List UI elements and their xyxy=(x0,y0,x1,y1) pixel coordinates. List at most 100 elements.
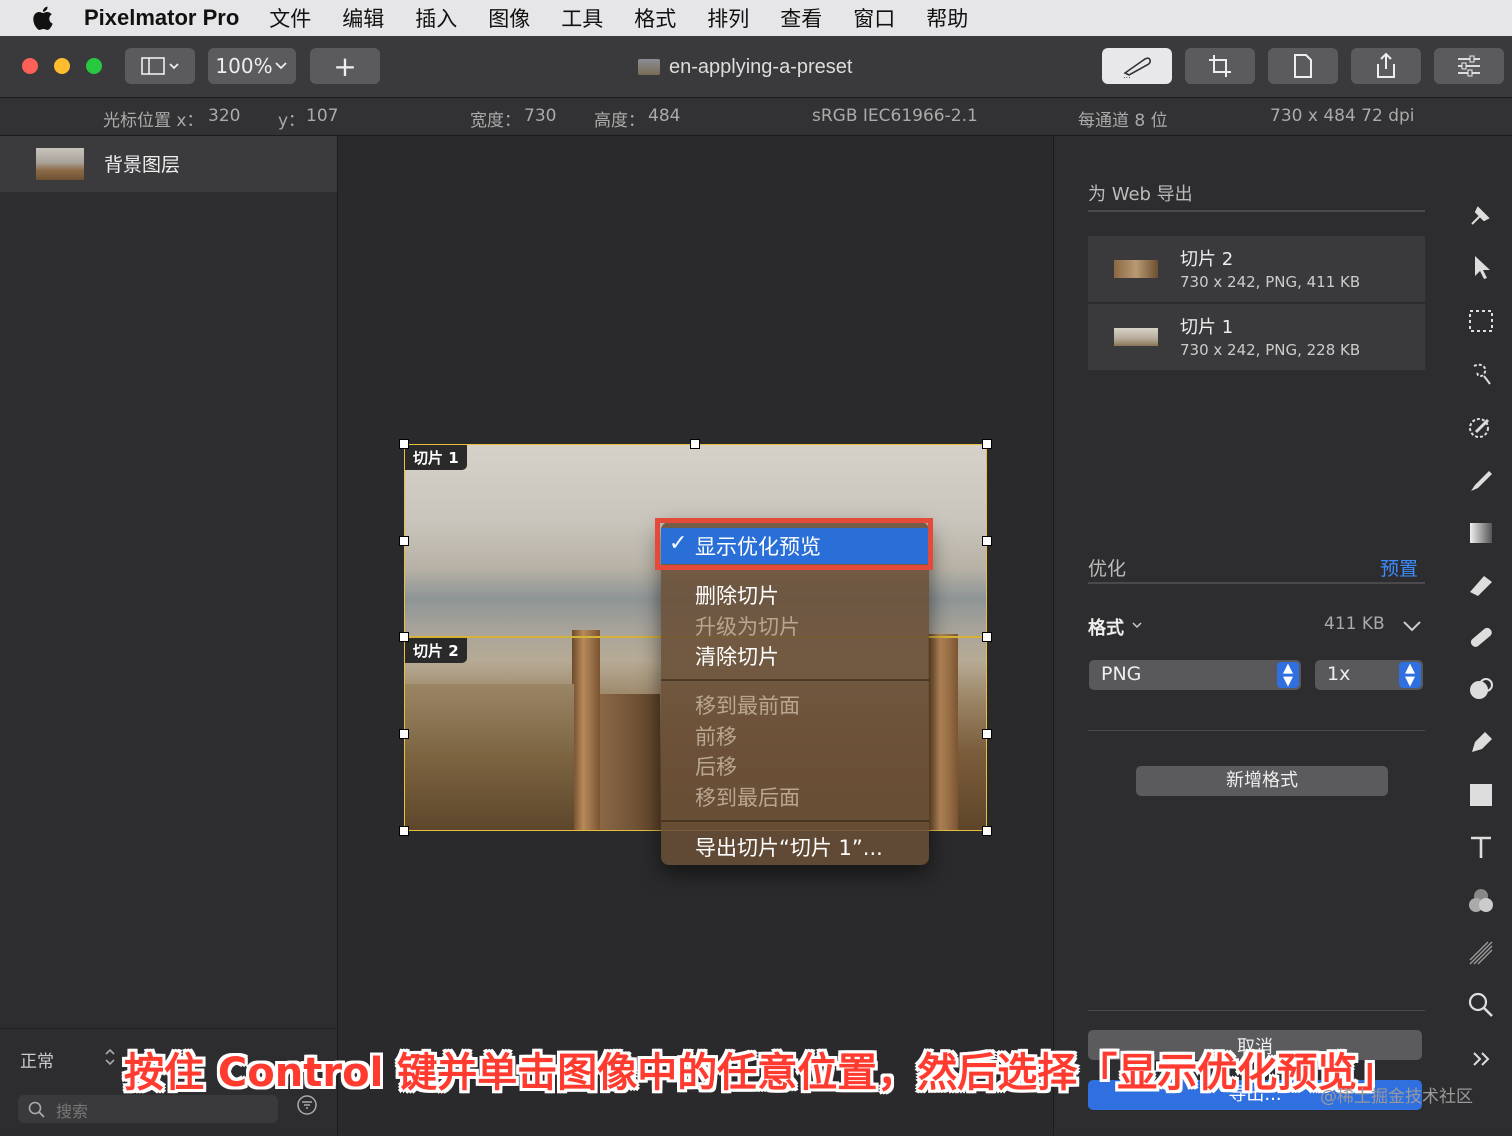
menu-image[interactable]: 图像 xyxy=(488,3,530,33)
style-tool-button[interactable]: ... xyxy=(1102,48,1172,84)
menu-separator xyxy=(661,679,929,681)
menu-tools[interactable]: 工具 xyxy=(561,3,603,33)
color-adjustments-icon[interactable] xyxy=(1466,886,1496,916)
blend-mode-select[interactable]: 正常 xyxy=(20,1047,54,1072)
width-value: 730 xyxy=(524,106,557,126)
chevron-down-icon xyxy=(1132,622,1142,629)
apple-menu-icon[interactable] xyxy=(30,4,58,32)
width-label: 宽度： xyxy=(470,111,521,131)
collapse-chevron-icon[interactable] xyxy=(1400,614,1424,638)
menu-edit[interactable]: 编辑 xyxy=(342,3,384,33)
resize-handle[interactable] xyxy=(399,826,409,836)
adjustments-button[interactable] xyxy=(1434,48,1504,84)
sidebar-toggle-button[interactable] xyxy=(125,48,195,84)
resize-handle[interactable] xyxy=(982,729,992,739)
info-bar: 光标位置 x： 320 y： 107 宽度： 730 高度： 484 sRGB … xyxy=(0,98,1512,136)
app-name-menu[interactable]: Pixelmator Pro xyxy=(84,5,239,31)
slice-1-name: 切片 1 xyxy=(1180,317,1234,338)
slice-2-details: 730 x 242, PNG, 411 KB xyxy=(1180,273,1361,291)
image-dimensions: 730 x 484 72 dpi xyxy=(1270,106,1415,126)
selection-tool-icon[interactable] xyxy=(1466,306,1496,336)
format-select[interactable]: PNG ▲ ▼ xyxy=(1089,660,1301,690)
pen-tool-icon[interactable] xyxy=(1466,728,1496,758)
layers-search-input[interactable]: 搜索 xyxy=(18,1095,278,1123)
menu-separator xyxy=(661,820,929,822)
arrange-pointer-icon[interactable] xyxy=(1466,252,1496,282)
minimize-window-button[interactable] xyxy=(54,58,70,74)
slice-1-thumbnail xyxy=(1114,328,1158,346)
menu-item-send-backward: 后移 xyxy=(695,755,737,779)
resize-handle[interactable] xyxy=(399,536,409,546)
repair-bandage-icon[interactable] xyxy=(1466,622,1496,652)
color-profile: sRGB IEC61966-2.1 xyxy=(812,106,978,126)
scale-select-value: 1x xyxy=(1327,663,1351,685)
add-format-button[interactable]: 新增格式 xyxy=(1136,766,1388,796)
slice-card-1[interactable]: 切片 1 730 x 242, PNG, 228 KB xyxy=(1088,304,1425,370)
resize-handle[interactable] xyxy=(690,439,700,449)
zoom-level-value: 100% xyxy=(215,54,273,78)
resize-handle[interactable] xyxy=(982,439,992,449)
menu-insert[interactable]: 插入 xyxy=(415,3,457,33)
add-button[interactable]: + xyxy=(310,48,380,84)
divider xyxy=(1088,210,1425,212)
more-tools-chevron-icon[interactable] xyxy=(1466,1044,1496,1074)
menu-help[interactable]: 帮助 xyxy=(926,3,968,33)
color-picker-icon[interactable] xyxy=(1466,412,1496,442)
menu-arrange[interactable]: 排列 xyxy=(707,3,749,33)
slice-2-label: 切片 2 xyxy=(405,638,467,663)
document-thumbnail xyxy=(638,59,660,75)
divider xyxy=(1088,730,1425,731)
menu-format[interactable]: 格式 xyxy=(634,3,676,33)
zoom-level-dropdown[interactable]: 100% xyxy=(208,48,296,84)
layer-thumbnail xyxy=(36,148,84,180)
layers-sidebar: 背景图层 正常 搜索 xyxy=(0,136,338,1135)
eraser-icon[interactable] xyxy=(1466,570,1496,600)
slice-2-name: 切片 2 xyxy=(1180,249,1234,270)
cursor-y-value: 107 xyxy=(306,106,339,126)
distort-effect-icon[interactable] xyxy=(1466,938,1496,968)
fill-gradient-icon[interactable] xyxy=(1466,518,1496,548)
menu-item-delete-slice[interactable]: 删除切片 xyxy=(695,580,779,610)
text-tool-icon[interactable] xyxy=(1466,832,1496,862)
magic-select-icon[interactable] xyxy=(1466,358,1496,388)
document-title-text: en-applying-a-preset xyxy=(669,55,853,78)
share-button[interactable] xyxy=(1351,48,1421,84)
bit-depth: 每通道 8 位 xyxy=(1078,111,1168,131)
height-label: 高度： xyxy=(594,111,645,131)
context-menu: ✓ 显示优化预览 删除切片 升级为切片 清除切片 移到最前面 前移 后移 移到最… xyxy=(661,522,929,865)
resize-handle[interactable] xyxy=(982,536,992,546)
layer-row[interactable]: 背景图层 xyxy=(0,136,337,192)
crop-button[interactable] xyxy=(1185,48,1255,84)
resize-handle[interactable] xyxy=(982,826,992,836)
style-tool-icon[interactable] xyxy=(1466,200,1496,230)
resize-handle[interactable] xyxy=(399,632,409,642)
menu-file[interactable]: 文件 xyxy=(269,3,311,33)
retouch-icon[interactable] xyxy=(1466,674,1496,704)
paint-brush-icon[interactable] xyxy=(1466,466,1496,496)
menu-item-bring-to-front: 移到最前面 xyxy=(695,694,800,718)
resize-handle[interactable] xyxy=(399,439,409,449)
highlight-annotation-box xyxy=(655,518,933,570)
menu-item-clear-slices[interactable]: 清除切片 xyxy=(695,641,779,671)
menu-item-send-to-back: 移到最后面 xyxy=(695,786,800,810)
zoom-tool-icon[interactable] xyxy=(1466,990,1496,1020)
updown-chevron-icon xyxy=(105,1048,115,1066)
format-label[interactable]: 格式 xyxy=(1088,614,1124,640)
search-icon xyxy=(28,1101,45,1118)
menu-view[interactable]: 查看 xyxy=(780,3,822,33)
format-select-value: PNG xyxy=(1101,663,1142,685)
slice-card-2[interactable]: 切片 2 730 x 242, PNG, 411 KB xyxy=(1088,236,1425,302)
scale-select[interactable]: 1x ▲ ▼ xyxy=(1315,660,1423,690)
resize-handle[interactable] xyxy=(399,729,409,739)
close-window-button[interactable] xyxy=(22,58,38,74)
menu-window[interactable]: 窗口 xyxy=(853,3,895,33)
window-toolbar: 100% + en-applying-a-preset ... xyxy=(0,36,1512,98)
format-document-button[interactable] xyxy=(1268,48,1338,84)
shape-tool-icon[interactable] xyxy=(1466,780,1496,810)
menu-item-promote-to-slice: 升级为切片 xyxy=(695,615,800,639)
resize-handle[interactable] xyxy=(982,632,992,642)
menu-item-export-slice[interactable]: 导出切片“切片 1”... xyxy=(695,832,883,862)
zoom-window-button[interactable] xyxy=(86,58,102,74)
preset-link[interactable]: 预置 xyxy=(1380,554,1418,581)
document-title: en-applying-a-preset xyxy=(638,54,852,80)
